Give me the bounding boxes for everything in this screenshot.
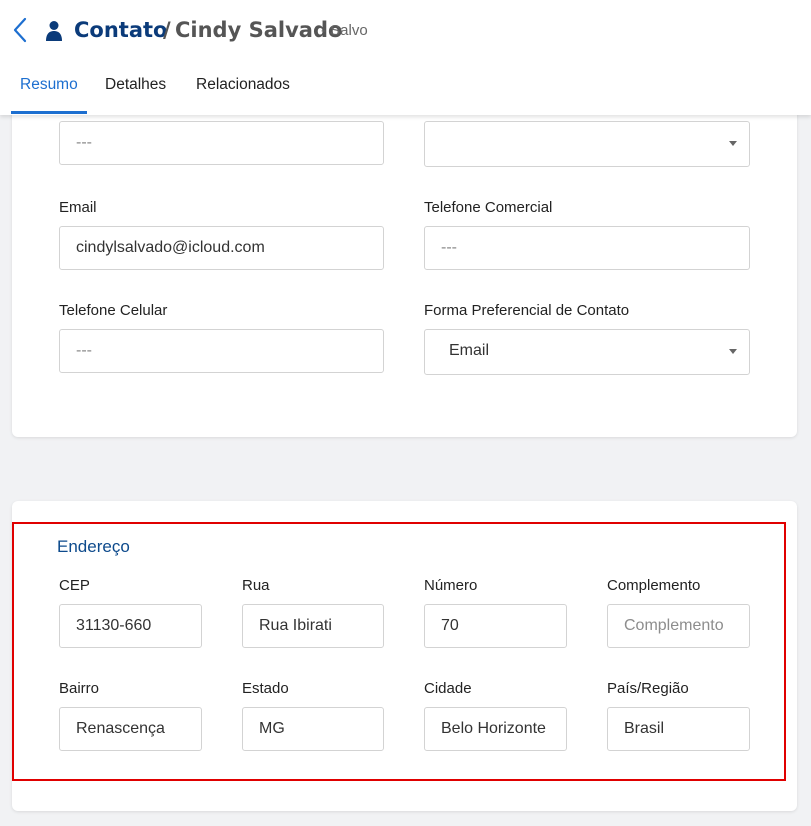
caret-down-icon [729,141,737,146]
contact-top-right-select[interactable] [424,121,750,167]
person-icon [46,21,62,41]
state-label: Estado [242,680,289,697]
preferred-contact-select[interactable]: Email [424,329,750,375]
page-title-entity: Contato [74,18,168,42]
back-icon[interactable] [10,16,30,44]
street-field[interactable]: Rua Ibirati [242,604,384,648]
address-section-title: Endereço [57,537,130,556]
caret-down-icon [729,349,737,354]
tab-relacionados[interactable]: Relacionados [196,76,290,94]
title-separator: / [163,18,171,42]
city-label: Cidade [424,680,472,697]
complement-field[interactable]: Complemento [607,604,750,648]
tab-detalhes[interactable]: Detalhes [105,76,166,94]
state-field[interactable]: MG [242,707,384,751]
business-phone-field[interactable]: --- [424,226,750,270]
tab-resumo[interactable]: Resumo [20,76,78,94]
complement-label: Complemento [607,577,701,594]
mobile-phone-field[interactable]: --- [59,329,384,373]
active-tab-indicator [11,111,87,114]
business-phone-label: Telefone Comercial [424,199,553,216]
email-label: Email [59,199,97,216]
page-title-record: Cindy Salvado [175,18,343,42]
district-label: Bairro [59,680,100,697]
number-field[interactable]: 70 [424,604,567,648]
country-label: País/Região [607,680,689,697]
cep-label: CEP [59,577,90,594]
mobile-phone-label: Telefone Celular [59,302,168,319]
email-field[interactable]: cindylsalvado@icloud.com [59,226,384,270]
street-label: Rua [242,577,270,594]
cep-field[interactable]: 31130-660 [59,604,202,648]
save-status: - Salvo [321,22,368,39]
contact-top-left-field[interactable]: --- [59,121,384,165]
country-field[interactable]: Brasil [607,707,750,751]
preferred-contact-label: Forma Preferencial de Contato [424,302,630,319]
preferred-contact-value: Email [449,342,490,359]
record-header: Contato / Cindy Salvado - Salvo Resumo D… [0,0,811,115]
district-field[interactable]: Renascença [59,707,202,751]
number-label: Número [424,577,478,594]
city-field[interactable]: Belo Horizonte [424,707,567,751]
